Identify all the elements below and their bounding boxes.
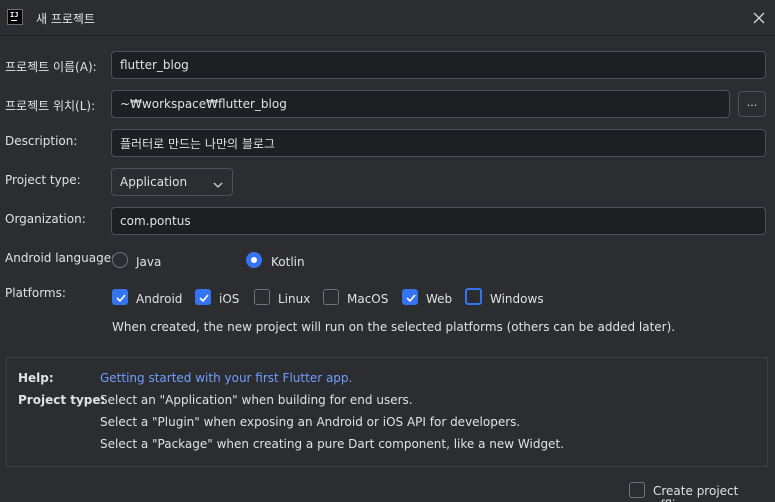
getting-started-link[interactable]: Getting started with your first Flutter … xyxy=(100,371,352,385)
title-bar: IJ 새 프로젝트 xyxy=(0,0,775,36)
project-location-field[interactable]: ~₩workspace₩flutter_blog xyxy=(111,90,730,118)
help-project-type-label: Project type: xyxy=(18,393,106,407)
project-type-select[interactable]: Application xyxy=(111,168,233,196)
window-title: 새 프로젝트 xyxy=(36,12,96,26)
help-line-package: Select a "Package" when creating a pure … xyxy=(100,437,564,451)
help-line-application: Select an "Application" when building fo… xyxy=(100,393,413,407)
help-panel: Help: Getting started with your first Fl… xyxy=(6,357,768,467)
checkbox-ios-label: iOS xyxy=(219,292,240,306)
checkbox-windows-label: Windows xyxy=(490,292,544,306)
project-location-label: 프로젝트 위치(L): xyxy=(5,99,96,113)
platforms-note: When created, the new project will run o… xyxy=(112,320,676,334)
radio-kotlin-label: Kotlin xyxy=(271,255,305,269)
help-label: Help: xyxy=(18,371,54,385)
radio-kotlin[interactable] xyxy=(246,252,262,268)
organization-field[interactable]: com.pontus xyxy=(111,207,766,235)
checkbox-web[interactable] xyxy=(402,289,418,305)
chevron-down-icon xyxy=(213,178,223,192)
platforms-label: Platforms: xyxy=(5,286,66,300)
project-name-label: 프로젝트 이름(A): xyxy=(5,60,97,74)
checkbox-android-label: Android xyxy=(136,292,183,306)
checkbox-macos[interactable] xyxy=(323,289,339,305)
organization-label: Organization: xyxy=(5,212,86,226)
browse-button[interactable]: ... xyxy=(738,91,766,117)
checkbox-android[interactable] xyxy=(112,289,128,305)
help-line-plugin: Select a "Plugin" when exposing an Andro… xyxy=(100,415,521,429)
checkbox-macos-label: MacOS xyxy=(347,292,389,306)
checkbox-linux[interactable] xyxy=(254,289,270,305)
checkbox-windows[interactable] xyxy=(465,288,482,305)
project-type-label: Project type: xyxy=(5,173,81,187)
create-offline-label: Create project offline xyxy=(653,484,739,502)
description-field[interactable]: 플러터로 만드는 나만의 블로그 xyxy=(111,129,766,157)
checkbox-web-label: Web xyxy=(426,292,453,306)
intellij-logo-icon: IJ xyxy=(7,9,23,25)
checkbox-ios[interactable] xyxy=(195,289,211,305)
radio-java-label: Java xyxy=(136,255,162,269)
close-icon[interactable] xyxy=(749,8,769,28)
project-type-value: Application xyxy=(120,175,188,189)
description-label: Description: xyxy=(5,134,78,148)
checkbox-linux-label: Linux xyxy=(278,292,311,306)
project-name-field[interactable]: flutter_blog xyxy=(111,51,766,79)
android-language-label: Android language: xyxy=(5,251,116,265)
radio-java[interactable] xyxy=(112,252,128,268)
checkbox-create-offline[interactable] xyxy=(629,482,645,498)
